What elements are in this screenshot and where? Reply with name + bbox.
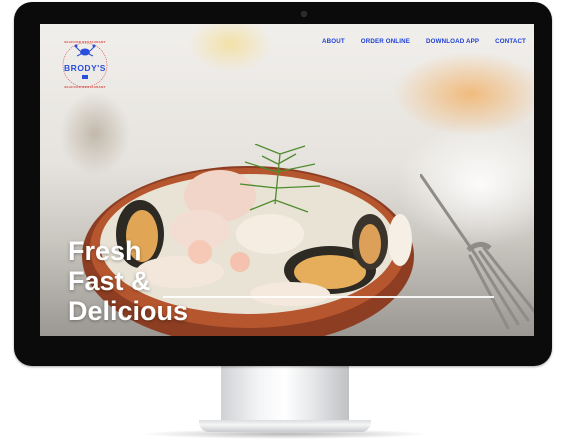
monitor-stand — [221, 366, 349, 422]
hero-line-2: Fast & — [68, 266, 151, 296]
hero-divider-line — [163, 296, 494, 298]
logo-wordmark: BRODY'S — [64, 63, 106, 73]
hero-line-3: Delicious — [68, 296, 189, 326]
logo-tagline-top: SEAFOOD RESTAURANT — [64, 40, 106, 44]
fork-image — [420, 174, 534, 330]
main-navigation: ABOUT ORDER ONLINE DOWNLOAD APP CONTACT — [314, 38, 534, 45]
nav-item-order-online[interactable]: ORDER ONLINE — [353, 38, 418, 45]
monitor-base — [199, 420, 371, 432]
logo-tagline-bottom: SEAFOOD RESTAURANT — [64, 85, 106, 89]
crab-icon — [74, 44, 96, 57]
hero-line-1: Fresh — [68, 236, 142, 266]
logo-crest-icon — [82, 75, 88, 79]
camera-icon — [301, 11, 307, 17]
website-screen: SEAFOOD RESTAURANT BRODY'S SEAFOOD RESTA… — [40, 24, 534, 336]
brodys-logo: SEAFOOD RESTAURANT BRODY'S SEAFOOD RESTA… — [62, 40, 108, 89]
hero-headline: Fresh Fast & Delicious — [68, 236, 188, 326]
nav-item-download-app[interactable]: DOWNLOAD APP — [418, 38, 487, 45]
nav-item-about[interactable]: ABOUT — [314, 38, 353, 45]
nav-item-contact[interactable]: CONTACT — [487, 38, 534, 45]
